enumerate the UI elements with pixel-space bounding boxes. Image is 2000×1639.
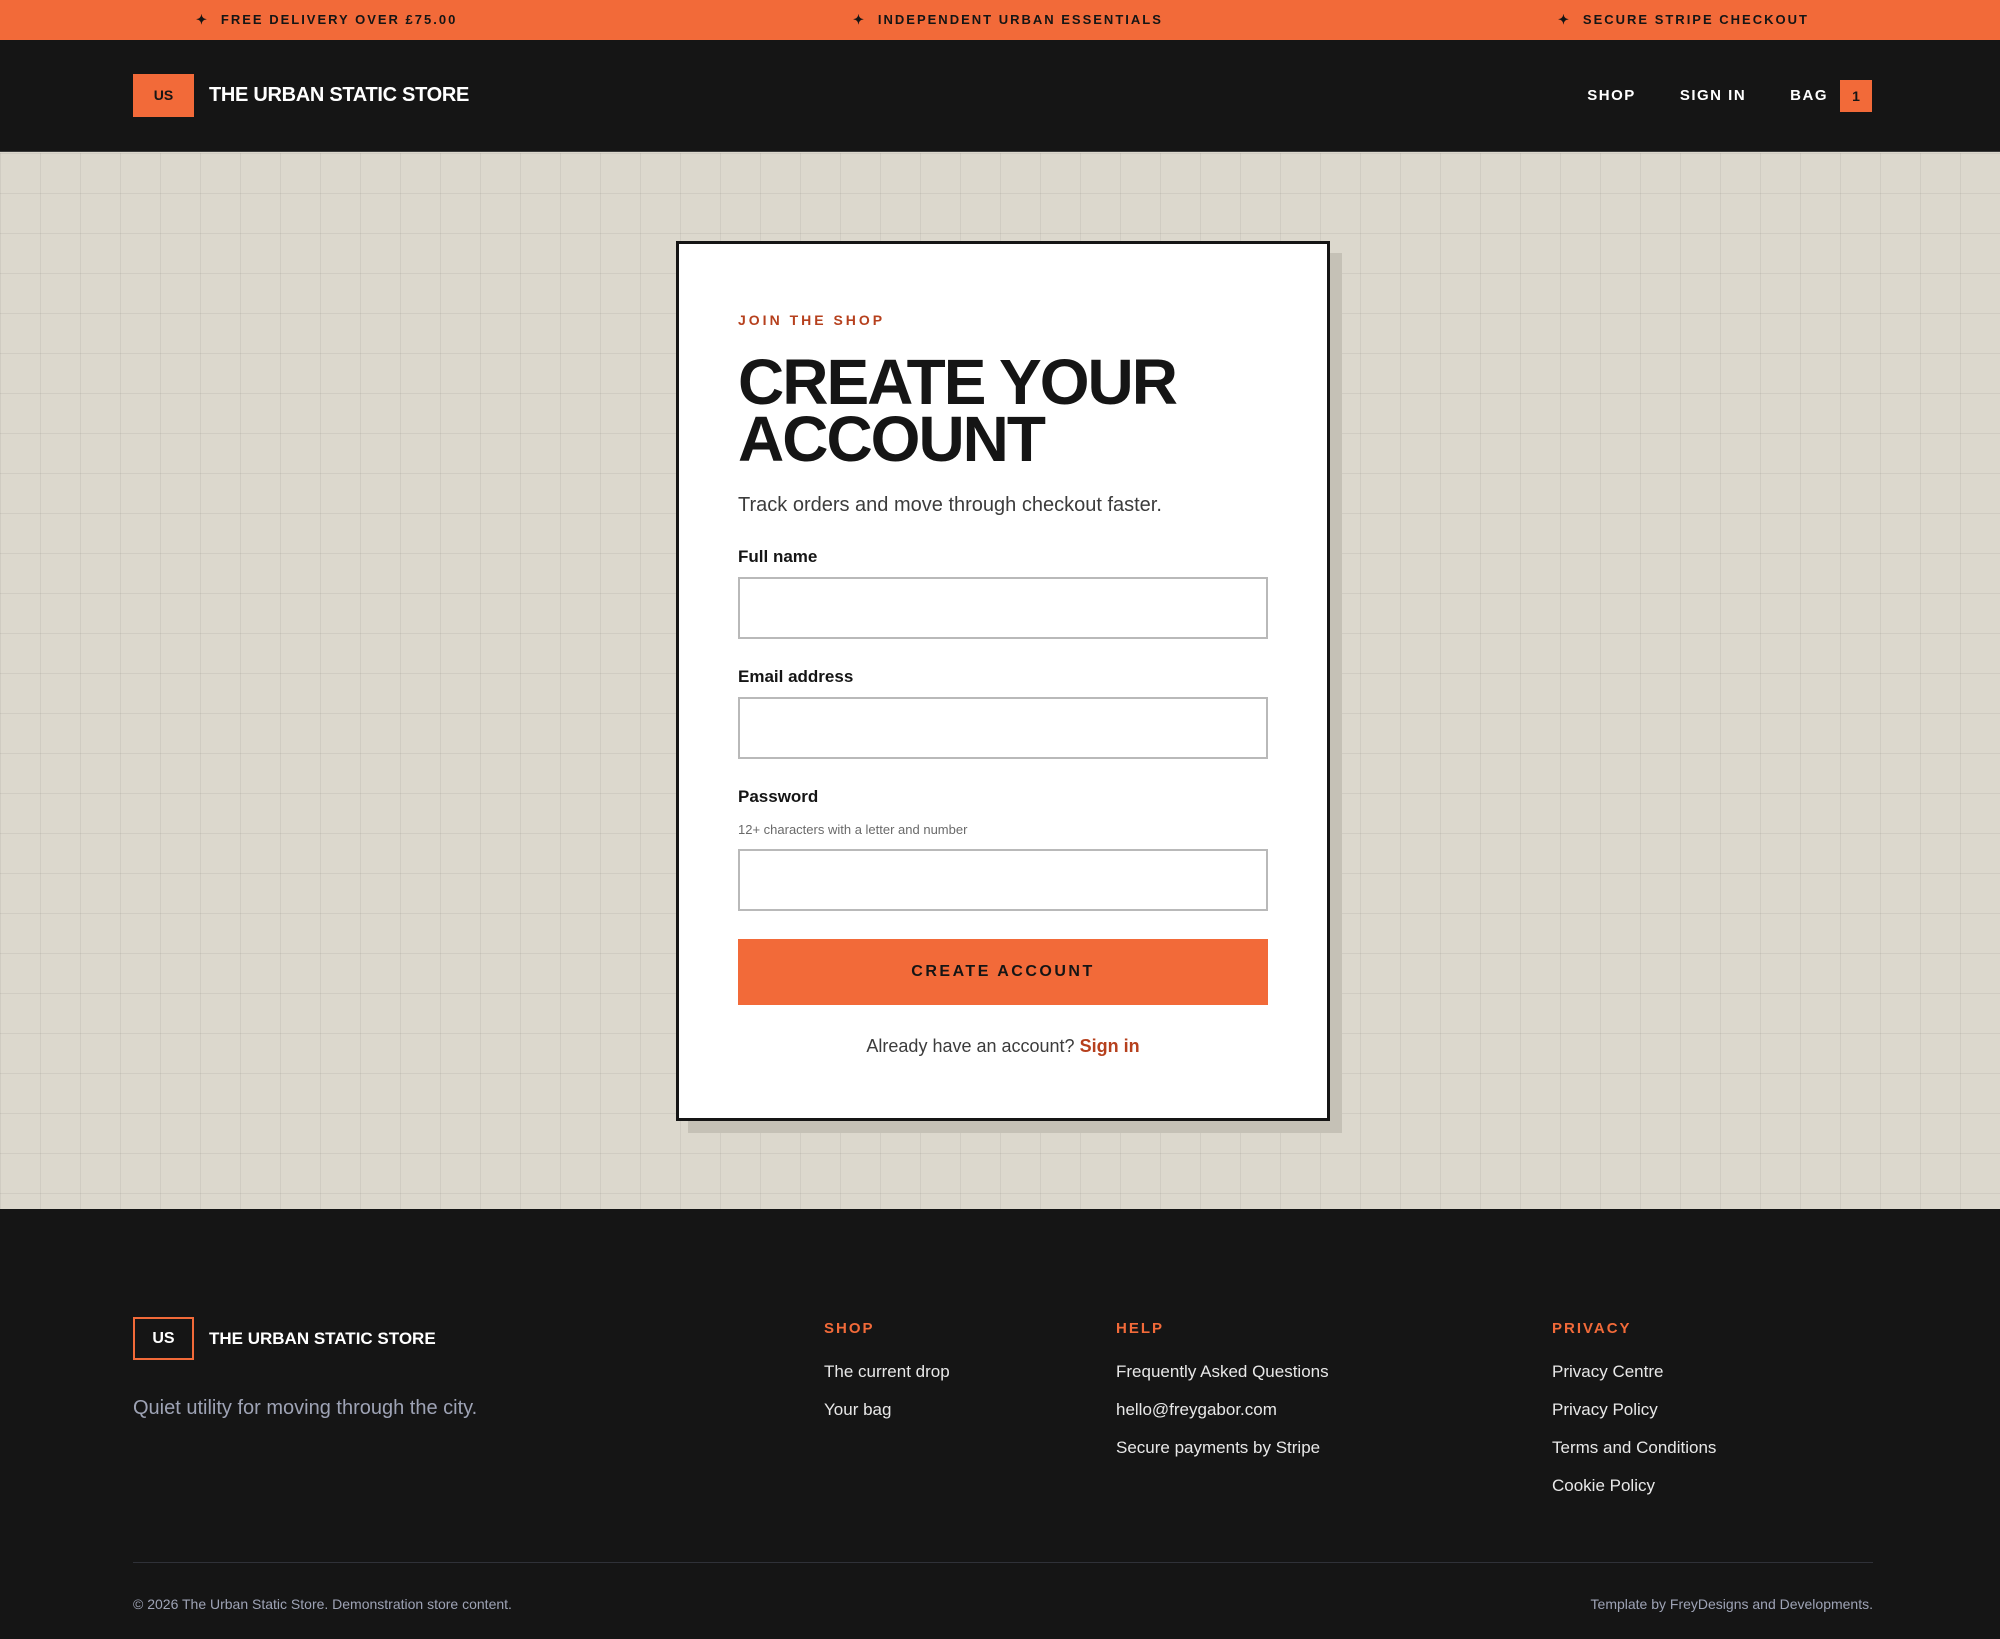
password-label: Password bbox=[738, 787, 819, 806]
form-eyebrow: JOIN THE SHOP bbox=[738, 312, 886, 328]
footer-link[interactable]: Secure payments by Stripe bbox=[1116, 1438, 1329, 1476]
password-input[interactable] bbox=[738, 849, 1268, 911]
footer-column-title: SHOP bbox=[824, 1320, 875, 1337]
logo-text[interactable]: THE URBAN STATIC STORE bbox=[209, 74, 469, 117]
announcement-text: SECURE STRIPE CHECKOUT bbox=[1582, 12, 1809, 27]
announcement-item: ✦ SECURE STRIPE CHECKOUT bbox=[1558, 0, 1809, 40]
footer-link[interactable]: Cookie Policy bbox=[1552, 1476, 1716, 1514]
footer-divider bbox=[133, 1562, 1873, 1563]
footer-column-help: HELP Frequently Asked Questions hello@fr… bbox=[1116, 1320, 1329, 1476]
full-name-input[interactable] bbox=[738, 577, 1268, 639]
announcement-bar: ✦ FREE DELIVERY OVER £75.00 ✦ INDEPENDENT … bbox=[0, 0, 2000, 40]
signin-prompt-text: Already have an account? bbox=[866, 1036, 1075, 1056]
footer-copyright: © 2026 The Urban Static Store. Demonstra… bbox=[133, 1596, 512, 1612]
footer-link[interactable]: Terms and Conditions bbox=[1552, 1438, 1716, 1476]
footer-column-title: HELP bbox=[1116, 1320, 1165, 1337]
footer-column-privacy: PRIVACY Privacy Centre Privacy Policy Te… bbox=[1552, 1320, 1716, 1514]
footer-link[interactable]: hello@freygabor.com bbox=[1116, 1400, 1329, 1438]
password-hint: 12+ characters with a letter and number bbox=[738, 822, 968, 837]
main-content: JOIN THE SHOP CREATE YOUR ACCOUNT Track … bbox=[0, 153, 2000, 1209]
footer-column-title: PRIVACY bbox=[1552, 1320, 1632, 1337]
announcement-item: ✦ INDEPENDENT URBAN ESSENTIALS bbox=[853, 0, 1163, 40]
footer-link[interactable]: Privacy Policy bbox=[1552, 1400, 1716, 1438]
star-icon: ✦ bbox=[1558, 12, 1571, 27]
create-account-button[interactable]: CREATE ACCOUNT bbox=[738, 939, 1268, 1005]
footer-credit[interactable]: Template by FreyDesigns and Developments… bbox=[1591, 1596, 1873, 1612]
footer-link[interactable]: Privacy Centre bbox=[1552, 1362, 1716, 1400]
footer-logo-mark[interactable]: US bbox=[133, 1317, 194, 1360]
announcement-item: ✦ FREE DELIVERY OVER £75.00 bbox=[196, 0, 457, 40]
bag-count-badge: 1 bbox=[1840, 79, 1872, 112]
footer-tagline: Quiet utility for moving through the cit… bbox=[133, 1397, 478, 1419]
form-subtitle: Track orders and move through checkout f… bbox=[738, 494, 1162, 516]
email-label: Email address bbox=[738, 667, 854, 686]
footer-link[interactable]: Your bag bbox=[824, 1400, 950, 1438]
create-account-form: JOIN THE SHOP CREATE YOUR ACCOUNT Track … bbox=[676, 241, 1330, 1121]
footer-column-shop: SHOP The current drop Your bag bbox=[824, 1320, 950, 1438]
sign-in-link[interactable]: Sign in bbox=[1080, 1036, 1140, 1056]
page-title: CREATE YOUR ACCOUNT bbox=[738, 346, 1178, 475]
full-name-label: Full name bbox=[738, 547, 818, 566]
site-header: US THE URBAN STATIC STORE SHOP SIGN IN B… bbox=[0, 40, 2000, 152]
email-input[interactable] bbox=[738, 697, 1268, 759]
footer-link[interactable]: The current drop bbox=[824, 1362, 950, 1400]
nav-bag-link[interactable]: BAG 1 bbox=[1790, 79, 1872, 112]
star-icon: ✦ bbox=[196, 12, 209, 27]
announcement-text: FREE DELIVERY OVER £75.00 bbox=[220, 12, 458, 27]
star-icon: ✦ bbox=[853, 12, 866, 27]
announcement-text: INDEPENDENT URBAN ESSENTIALS bbox=[877, 12, 1163, 27]
logo-mark[interactable]: US bbox=[133, 74, 194, 117]
nav-sign-in-link[interactable]: SIGN IN bbox=[1680, 87, 1746, 104]
main-nav: SHOP SIGN IN BAG 1 bbox=[1543, 74, 1872, 117]
nav-shop-link[interactable]: SHOP bbox=[1587, 87, 1636, 104]
site-footer: US THE URBAN STATIC STORE Quiet utility … bbox=[0, 1209, 2000, 1639]
footer-logo-text[interactable]: THE URBAN STATIC STORE bbox=[209, 1317, 436, 1360]
footer-link[interactable]: Frequently Asked Questions bbox=[1116, 1362, 1329, 1400]
bag-label: BAG bbox=[1790, 87, 1828, 104]
signin-prompt-row: Already have an account? Sign in bbox=[679, 1036, 1327, 1057]
